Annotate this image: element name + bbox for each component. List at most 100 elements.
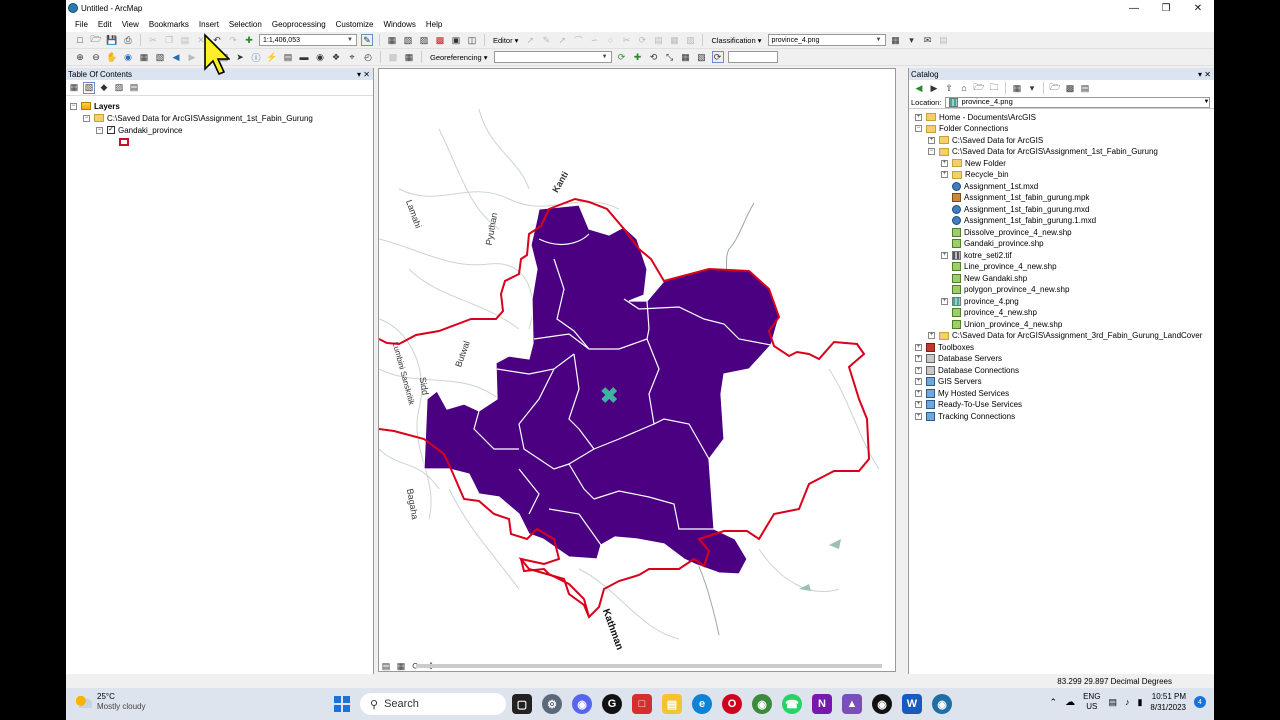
catalog-back-icon[interactable]: ◀ [913, 82, 925, 94]
zoom-out-icon[interactable]: ⊖ [90, 51, 102, 63]
catalog-item[interactable]: + Database Servers [915, 353, 1002, 365]
map-scale-combo[interactable]: 1:1,406,053 ▼ [259, 34, 357, 46]
location-field[interactable]: province_4.png ▼ [945, 96, 1211, 108]
classification-layer-combo[interactable]: province_4.png ▼ [767, 34, 886, 46]
catalog-item[interactable]: province_4_new.shp [941, 307, 1037, 319]
restore-button[interactable]: ❐ [1150, 0, 1182, 16]
split-tool-icon[interactable]: ✂ [620, 34, 632, 46]
catalog-item[interactable]: + C:\Saved Data for ArcGIS [928, 134, 1043, 146]
edge-icon[interactable]: e [692, 694, 712, 714]
map-horizontal-scrollbar[interactable] [416, 664, 882, 668]
file-explorer-icon[interactable]: ▤ [662, 694, 682, 714]
collapse-icon[interactable]: − [70, 102, 77, 110]
catalog-item[interactable]: + province_4.png [941, 295, 1019, 307]
app-icon[interactable]: ▲ [842, 694, 862, 714]
catalog-item[interactable]: + C:\Saved Data for ArcGIS\Assignment_3rd… [928, 330, 1202, 342]
rotate-tool-icon[interactable]: ⟳ [636, 34, 648, 46]
catalog-item[interactable]: + kotre_seti2.tif [941, 249, 1012, 261]
expand-icon[interactable]: + [915, 343, 922, 351]
straight-segment-icon[interactable]: ➚ [556, 34, 568, 46]
volume-icon[interactable]: ♪ [1125, 697, 1130, 707]
media-app-icon[interactable]: □ [632, 694, 652, 714]
new-document-icon[interactable]: □ [74, 34, 86, 46]
html-popup-icon[interactable]: ▤ [282, 51, 294, 63]
menu-item-selection[interactable]: Selection [224, 20, 267, 29]
data-view-icon[interactable]: ▤ [380, 660, 392, 672]
arctoolbox-icon[interactable]: ▩ [434, 34, 446, 46]
auto-registration-icon[interactable]: ⟳ [711, 51, 724, 63]
collapse-icon[interactable]: − [96, 126, 103, 134]
expand-icon[interactable]: + [941, 297, 948, 305]
menu-item-file[interactable]: File [70, 20, 93, 29]
map-view[interactable]: ✖ Kanti Pyuthan Lamahi Butwal Lumbini Sa… [378, 68, 896, 672]
expand-icon[interactable]: + [928, 136, 935, 144]
taskbar-search[interactable]: ⚲ Search [360, 693, 506, 715]
menu-item-view[interactable]: View [117, 20, 144, 29]
grammarly-icon[interactable]: G [602, 694, 622, 714]
create-viewer-icon[interactable]: ▩ [387, 51, 399, 63]
training-sample-manager-icon[interactable]: ▦ [890, 34, 902, 46]
catalog-item[interactable]: Assignment_1st_fabin_gurung.1.mxd [941, 215, 1096, 227]
chrome-icon[interactable]: ◉ [752, 694, 772, 714]
expand-icon[interactable]: + [915, 355, 922, 362]
layer-options-icon[interactable]: ▦ [403, 51, 415, 63]
point-icon[interactable]: ○ [604, 34, 616, 46]
cut-icon[interactable]: ✂ [147, 34, 159, 46]
opera-icon[interactable]: O [722, 694, 742, 714]
forward-extent-icon[interactable]: ▶ [186, 51, 198, 63]
paste-icon[interactable]: ▤ [179, 34, 191, 46]
notification-badge[interactable]: 4 [1194, 696, 1206, 708]
expand-icon[interactable]: + [915, 389, 922, 397]
catalog-item[interactable]: + New Folder [941, 157, 1006, 169]
menu-item-insert[interactable]: Insert [194, 20, 224, 29]
catalog-item[interactable]: Assignment_1st_fabin_gurung.mxd [941, 203, 1089, 215]
catalog-item[interactable]: New Gandaki.shp [941, 272, 1027, 284]
view-link-table-icon[interactable]: ▦ [680, 51, 692, 63]
clock[interactable]: 10:51 PM 8/31/2023 [1150, 691, 1186, 713]
catalog-window-icon[interactable]: ▧ [402, 34, 414, 46]
data-source-node[interactable]: − C:\Saved Data for ArcGIS\Assignment_1s… [83, 112, 313, 124]
view-dropdown-icon[interactable]: ▾ [1026, 82, 1038, 94]
menu-item-help[interactable]: Help [421, 20, 447, 29]
catalog-item[interactable]: Assignment_1st_fabin_gurung.mpk [941, 192, 1089, 204]
catalog-options-icon[interactable]: ▤ [1079, 82, 1091, 94]
full-extent-icon[interactable]: ◉ [122, 51, 134, 63]
expand-icon[interactable]: + [941, 251, 948, 259]
catalog-item[interactable]: Dissolve_province_4_new.shp [941, 226, 1072, 238]
layout-view-icon[interactable]: ▦ [395, 660, 407, 672]
toc-pin-icon[interactable]: ▾ [357, 70, 361, 79]
catalog-item[interactable]: + GIS Servers [915, 376, 982, 388]
catalog-item[interactable]: + Ready-To-Use Services [915, 399, 1022, 411]
georeferencing-menu[interactable]: Georeferencing ▾ [428, 53, 490, 62]
catalog-item[interactable]: Union_province_4_new.shp [941, 318, 1062, 330]
envelope-icon[interactable]: ✉ [922, 34, 934, 46]
select-elements-icon[interactable]: ➤ [234, 51, 246, 63]
add-control-points-icon[interactable]: ✚ [632, 51, 644, 63]
collapse-icon[interactable]: − [915, 125, 922, 132]
catalog-up-icon[interactable]: ⇧ [943, 82, 955, 94]
windows-start-icon[interactable] [334, 696, 350, 712]
minimize-button[interactable]: — [1118, 0, 1150, 16]
disconnect-folder-icon[interactable]: 🗀 [988, 82, 1000, 94]
arcmap-taskbar-icon[interactable]: ◉ [932, 694, 952, 714]
hyperlink-icon[interactable]: ⚡ [266, 51, 278, 63]
fixed-zoom-out-icon[interactable]: ▧ [154, 51, 166, 63]
expand-icon[interactable]: + [915, 412, 922, 420]
search-window-icon[interactable]: ▨ [418, 34, 430, 46]
catalog-item[interactable]: − C:\Saved Data for ArcGIS\Assignment_1st… [928, 146, 1158, 158]
toc-options-icon[interactable]: ▤ [128, 82, 140, 94]
zoom-in-icon[interactable]: ⊕ [74, 51, 86, 63]
go-to-xy-icon[interactable]: ⌖ [346, 51, 358, 63]
python-window-icon[interactable]: ▣ [450, 34, 462, 46]
fixed-zoom-in-icon[interactable]: ▦ [138, 51, 150, 63]
new-folder-icon[interactable]: 🗁 [1049, 82, 1061, 94]
catalog-item[interactable]: Line_province_4_new.shp [941, 261, 1057, 273]
list-by-source-icon[interactable]: ▧ [83, 81, 95, 94]
sketch-properties-icon[interactable]: ▦ [668, 34, 680, 46]
weather-widget[interactable]: 25°C Mostly cloudy [76, 692, 145, 712]
endpoint-arc-icon[interactable]: ⌒ [572, 34, 584, 46]
catalog-home-icon[interactable]: ⌂ [958, 82, 970, 94]
expand-icon[interactable]: + [915, 366, 922, 374]
measure-icon[interactable]: ▬ [298, 51, 310, 63]
copy-icon[interactable]: ❐ [163, 34, 175, 46]
